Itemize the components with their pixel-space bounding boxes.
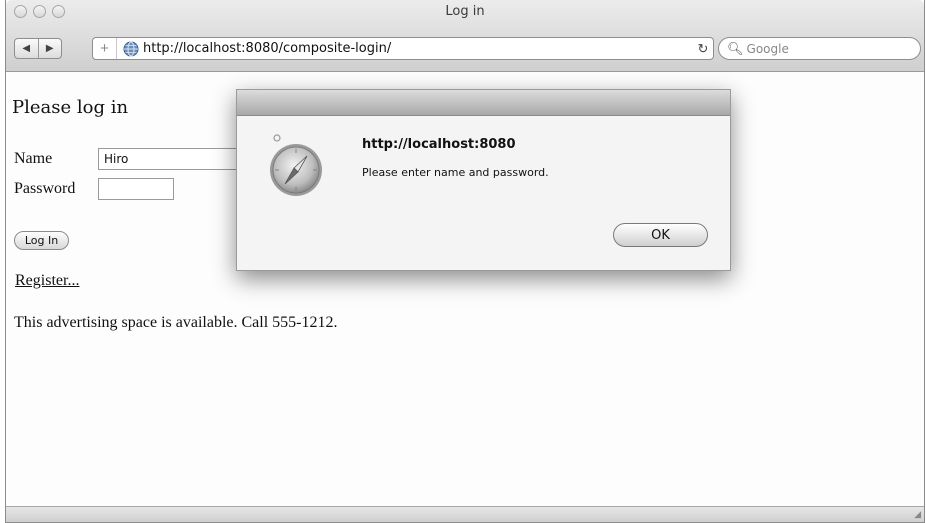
- ok-button[interactable]: OK: [613, 223, 708, 247]
- password-input[interactable]: [98, 178, 174, 200]
- add-bookmark-button[interactable]: +: [93, 38, 117, 59]
- password-label: Password: [14, 180, 76, 197]
- register-link[interactable]: Register...: [15, 272, 79, 290]
- address-bar[interactable]: + http://localhost:8080/composite-login/…: [92, 37, 714, 60]
- login-button[interactable]: Log In: [14, 231, 69, 250]
- url-text[interactable]: http://localhost:8080/composite-login/: [143, 41, 693, 56]
- page-title: Please log in: [12, 97, 129, 118]
- dialog-title: http://localhost:8080: [362, 137, 516, 152]
- ad-text: This advertising space is available. Cal…: [14, 314, 338, 331]
- back-arrow-icon: ◀: [22, 43, 31, 54]
- forward-button[interactable]: ▶: [37, 39, 62, 58]
- dialog-message: Please enter name and password.: [362, 166, 549, 179]
- status-bar: ◢: [6, 506, 924, 522]
- reload-button[interactable]: ↻: [693, 41, 713, 57]
- search-icon: 🔍︎: [727, 40, 744, 56]
- safari-compass-icon: [270, 134, 322, 196]
- reload-icon: ↻: [697, 40, 709, 56]
- forward-arrow-icon: ▶: [45, 43, 54, 54]
- name-input[interactable]: Hiro: [98, 148, 238, 170]
- resize-grip-icon[interactable]: ◢: [914, 509, 921, 520]
- globe-icon: [123, 41, 139, 56]
- search-placeholder: Google: [746, 41, 789, 56]
- nav-buttons: ◀ ▶: [14, 38, 62, 59]
- back-button[interactable]: ◀: [15, 39, 38, 58]
- dialog-titlebar: [237, 90, 730, 116]
- plus-icon: +: [100, 40, 109, 57]
- browser-toolbar: Log in ◀ ▶ + http://localhost:8080/compo…: [6, 0, 924, 72]
- alert-dialog: http://localhost:8080 Please enter name …: [236, 89, 731, 271]
- window-title: Log in: [445, 4, 485, 19]
- name-label: Name: [14, 150, 53, 167]
- search-field[interactable]: 🔍︎ Google: [718, 37, 921, 60]
